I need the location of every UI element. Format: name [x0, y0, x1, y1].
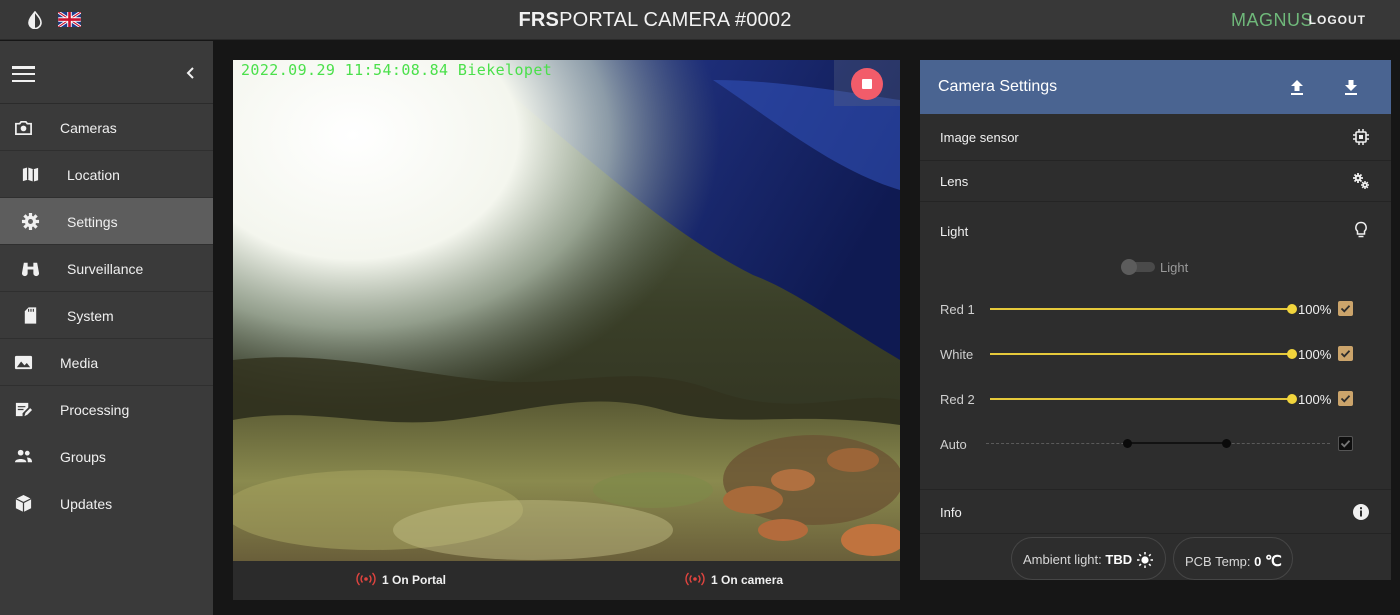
white-slider-knob[interactable] — [1287, 349, 1297, 359]
sidebar-item-processing[interactable]: Processing — [0, 386, 213, 433]
sidebar-item-label: Processing — [60, 402, 130, 418]
slider-value: 100% — [1298, 302, 1332, 317]
section-lens[interactable]: Lens — [920, 161, 1391, 202]
slider-label: Auto — [940, 437, 967, 452]
people-icon — [14, 449, 33, 463]
slider-label: Red 1 — [940, 302, 975, 317]
signal-icon — [685, 572, 705, 586]
sidebar-item-updates[interactable]: Updates — [0, 480, 213, 527]
sidebar-item-cameras[interactable]: Cameras — [0, 104, 213, 151]
section-label: Image sensor — [940, 130, 1019, 145]
info-icon — [1353, 504, 1369, 520]
auto-range-selection — [1127, 442, 1227, 444]
white-slider-track[interactable] — [990, 353, 1292, 355]
slider-label: White — [940, 347, 974, 362]
video-timestamp: 2022.09.29 11:54:08.84 Biekelopet — [241, 61, 553, 79]
ambient-light-chip: Ambient light: TBD — [1011, 537, 1166, 580]
video-frame-image — [233, 60, 900, 561]
section-image-sensor[interactable]: Image sensor — [920, 114, 1391, 161]
sidebar-item-label: Cameras — [60, 120, 117, 136]
stop-icon[interactable] — [851, 68, 883, 100]
camera-video-feed[interactable]: 2022.09.29 11:54:08.84 Biekelopet — [233, 60, 900, 561]
signal-icon — [356, 572, 376, 586]
map-icon — [22, 167, 39, 182]
image-icon — [14, 355, 33, 370]
red2-checkbox[interactable] — [1338, 391, 1353, 406]
user-name[interactable]: MAGNUS — [1231, 10, 1313, 31]
white-checkbox[interactable] — [1338, 346, 1353, 361]
sidebar-item-settings[interactable]: Settings — [0, 198, 213, 245]
sidebar-item-label: Media — [60, 355, 99, 371]
logout-button[interactable]: LOGOUT — [1309, 13, 1366, 27]
sidebar: Cameras Location Settings Surveillance S… — [0, 41, 213, 615]
red1-slider-track[interactable] — [990, 308, 1292, 310]
section-label: Light — [940, 224, 969, 239]
lightbulb-icon — [1355, 221, 1367, 238]
on-camera-status[interactable]: 1 On camera — [685, 572, 783, 587]
section-info[interactable]: Info — [920, 490, 1391, 534]
top-bar: FRSPORTAL CAMERA #0002 MAGNUS LOGOUT — [0, 0, 1400, 40]
sidebar-item-label: Surveillance — [67, 261, 144, 277]
gear-icon — [21, 212, 40, 231]
sidebar-item-system[interactable]: System — [0, 292, 213, 339]
sidebar-item-media[interactable]: Media — [0, 339, 213, 386]
sidebar-item-location[interactable]: Location — [0, 151, 213, 198]
sidebar-item-surveillance[interactable]: Surveillance — [0, 245, 213, 292]
video-footer: 1 On Portal 1 On camera — [233, 561, 900, 600]
sidebar-item-label: Location — [67, 167, 120, 183]
on-portal-status[interactable]: 1 On Portal — [356, 572, 446, 587]
package-icon — [15, 494, 32, 513]
panel-header: Camera Settings — [920, 60, 1391, 114]
sidebar-item-label: System — [67, 308, 114, 324]
section-light: Light — [920, 202, 1391, 490]
camera-settings-panel: Camera Settings Image sensor Lens Light … — [920, 60, 1391, 580]
light-toggle-label: Light — [1160, 260, 1189, 275]
stop-stream-area — [834, 60, 900, 106]
hamburger-icon[interactable] — [12, 66, 35, 83]
red1-slider-knob[interactable] — [1287, 304, 1297, 314]
binoculars-icon — [21, 262, 40, 277]
red2-slider-track[interactable] — [990, 398, 1292, 400]
edit-note-icon — [15, 402, 33, 417]
pcb-temp-chip: PCB Temp: 0 ℃ — [1173, 537, 1293, 580]
sun-icon — [1137, 552, 1153, 568]
chip-icon — [1353, 129, 1369, 145]
upload-icon[interactable] — [1289, 79, 1305, 96]
sidebar-item-label: Settings — [67, 214, 118, 230]
slider-value: 100% — [1298, 392, 1332, 407]
sidebar-item-label: Groups — [60, 449, 106, 465]
red2-slider-knob[interactable] — [1287, 394, 1297, 404]
page-title: FRSPORTAL CAMERA #0002 — [518, 9, 792, 31]
slider-value: 100% — [1298, 347, 1332, 362]
light-toggle[interactable] — [1121, 259, 1155, 275]
sd-card-icon — [24, 307, 37, 324]
download-icon[interactable] — [1343, 79, 1359, 96]
panel-title: Camera Settings — [938, 78, 1058, 95]
sidebar-item-groups[interactable]: Groups — [0, 433, 213, 480]
red1-checkbox[interactable] — [1338, 301, 1353, 316]
sidebar-header — [0, 41, 213, 104]
section-label: Lens — [940, 174, 969, 189]
gears-icon — [1353, 173, 1369, 189]
slider-label: Red 2 — [940, 392, 975, 407]
auto-checkbox[interactable] — [1338, 436, 1353, 451]
section-label: Info — [940, 505, 962, 520]
camera-icon — [15, 120, 32, 136]
sidebar-item-label: Updates — [60, 496, 113, 512]
chevron-left-icon[interactable] — [184, 63, 198, 83]
auto-range-low-knob[interactable] — [1122, 439, 1132, 448]
